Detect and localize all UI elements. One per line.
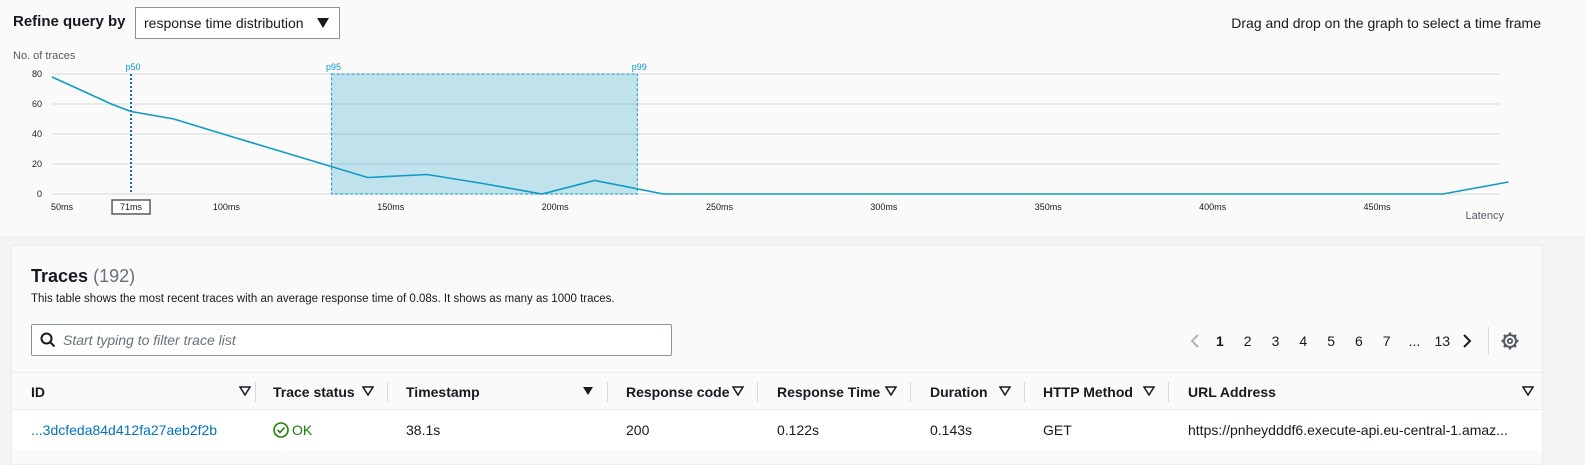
page-5[interactable]: 5 bbox=[1317, 333, 1345, 349]
page-6[interactable]: 6 bbox=[1345, 333, 1373, 349]
page-ellipsis: ... bbox=[1408, 333, 1421, 349]
col-response-code-label: Response code bbox=[626, 384, 730, 400]
y-ticks: 80 60 40 20 0 bbox=[32, 69, 42, 199]
col-http-method[interactable]: HTTP Method bbox=[1035, 373, 1169, 410]
sort-icon[interactable] bbox=[999, 386, 1011, 396]
col-response-time-label: Response Time bbox=[777, 384, 881, 400]
y-tick-label: 40 bbox=[32, 129, 42, 139]
pagination: 1 2 3 4 5 6 7 ... 13 bbox=[1184, 327, 1521, 355]
percentile-label: p50 bbox=[126, 62, 141, 72]
trace-status: OK bbox=[273, 422, 312, 438]
col-duration-label: Duration bbox=[930, 384, 988, 400]
caret-down-icon bbox=[317, 18, 329, 28]
x-ticks: 50ms 71ms 100ms 150ms 200ms 250ms 300ms 350ms 40… bbox=[51, 199, 1391, 215]
trace-status-text: OK bbox=[292, 422, 313, 438]
refine-panel: Refine query by response time distributi… bbox=[0, 0, 1585, 236]
y-tick-label: 20 bbox=[32, 159, 42, 169]
page-7[interactable]: 7 bbox=[1373, 333, 1401, 349]
drag-hint: Drag and drop on the graph to select a t… bbox=[1231, 15, 1541, 31]
x-tick-label: 250ms bbox=[706, 202, 734, 212]
x-tick-label: 450ms bbox=[1363, 202, 1391, 212]
y-axis-label: No. of traces bbox=[13, 50, 76, 62]
x-tick-label: 100ms bbox=[213, 202, 241, 212]
refine-select-value: response time distribution bbox=[144, 15, 304, 31]
trace-duration: 0.143s bbox=[930, 422, 973, 438]
pager-divider bbox=[1488, 327, 1490, 355]
col-timestamp[interactable]: Timestamp bbox=[398, 373, 608, 410]
col-timestamp-label: Timestamp bbox=[406, 384, 480, 400]
traces-count: (192) bbox=[93, 266, 136, 286]
traces-description: This table shows the most recent traces … bbox=[31, 293, 615, 305]
x-tick-label: 50ms bbox=[51, 202, 74, 212]
trace-timestamp: 38.1s bbox=[406, 422, 441, 438]
trace-url: https://pnheydddf6.execute-api.eu-centra… bbox=[1188, 422, 1508, 438]
x-axis-label: Latency bbox=[1465, 210, 1504, 222]
distribution-line bbox=[51, 76, 1509, 195]
col-trace-status[interactable]: Trace status bbox=[265, 373, 388, 410]
refine-label: Refine query by bbox=[13, 13, 126, 30]
selection-range[interactable] bbox=[331, 73, 638, 195]
col-url-address[interactable]: URL Address bbox=[1180, 373, 1540, 410]
prev-page-icon[interactable] bbox=[1184, 333, 1206, 349]
col-id-label: ID bbox=[31, 384, 45, 400]
col-duration[interactable]: Duration bbox=[922, 373, 1025, 410]
trace-response-time: 0.122s bbox=[777, 422, 820, 438]
page-1[interactable]: 1 bbox=[1206, 333, 1234, 349]
y-tick-label: 0 bbox=[37, 189, 42, 199]
settings-gear-icon[interactable] bbox=[1499, 332, 1521, 350]
table-header: ID Trace status Timestamp Response code … bbox=[12, 372, 1542, 410]
percentile-label: p99 bbox=[632, 62, 647, 72]
trace-response-code: 200 bbox=[626, 422, 650, 438]
y-tick-label: 60 bbox=[32, 99, 42, 109]
sort-desc-icon[interactable] bbox=[582, 386, 594, 396]
x-tick-label: 400ms bbox=[1199, 202, 1227, 212]
col-url-address-label: URL Address bbox=[1188, 384, 1276, 400]
page-3[interactable]: 3 bbox=[1262, 333, 1290, 349]
traces-panel: Traces (192) This table shows the most r… bbox=[11, 245, 1543, 465]
page-13[interactable]: 13 bbox=[1428, 333, 1456, 349]
col-trace-status-label: Trace status bbox=[273, 384, 355, 400]
sort-icon[interactable] bbox=[239, 386, 251, 396]
traces-title-text: Traces bbox=[31, 266, 89, 286]
x-tick-label: 71ms bbox=[120, 202, 143, 212]
chart-grid bbox=[52, 73, 1500, 195]
check-circle-icon bbox=[273, 422, 289, 438]
x-tick-label: 150ms bbox=[377, 202, 405, 212]
page-2[interactable]: 2 bbox=[1234, 333, 1262, 349]
filter-input[interactable] bbox=[63, 330, 653, 350]
sort-icon[interactable] bbox=[362, 386, 374, 396]
page-4[interactable]: 4 bbox=[1289, 333, 1317, 349]
trace-http-method: GET bbox=[1043, 422, 1072, 438]
col-response-time[interactable]: Response Time bbox=[769, 373, 911, 410]
traces-title: Traces (192) bbox=[31, 266, 135, 287]
x-tick-label: 300ms bbox=[870, 202, 898, 212]
x-tick-label: 200ms bbox=[542, 202, 570, 212]
y-tick-label: 80 bbox=[32, 69, 42, 79]
sort-icon[interactable] bbox=[1522, 386, 1534, 396]
response-time-chart[interactable]: No. of traces 80 60 40 20 0 p50 p95 p99 50ms 71… bbox=[0, 44, 1585, 236]
col-http-method-label: HTTP Method bbox=[1043, 384, 1133, 400]
col-response-code[interactable]: Response code bbox=[618, 373, 758, 410]
refine-select[interactable]: response time distribution bbox=[135, 7, 340, 39]
sort-icon[interactable] bbox=[732, 386, 744, 396]
percentile-label: p95 bbox=[326, 62, 341, 72]
x-tick-label: 350ms bbox=[1035, 202, 1063, 212]
search-icon bbox=[40, 332, 56, 348]
sort-icon[interactable] bbox=[1143, 386, 1155, 396]
sort-icon[interactable] bbox=[885, 386, 897, 396]
col-id[interactable]: ID bbox=[23, 373, 256, 410]
filter-box[interactable] bbox=[31, 324, 672, 356]
table-row[interactable]: ...3dcfeda84d412fa27aeb2f2b OK 38.1s 200… bbox=[12, 410, 1542, 450]
next-page-icon[interactable] bbox=[1456, 333, 1478, 349]
trace-id-link[interactable]: ...3dcfeda84d412fa27aeb2f2b bbox=[31, 422, 217, 438]
